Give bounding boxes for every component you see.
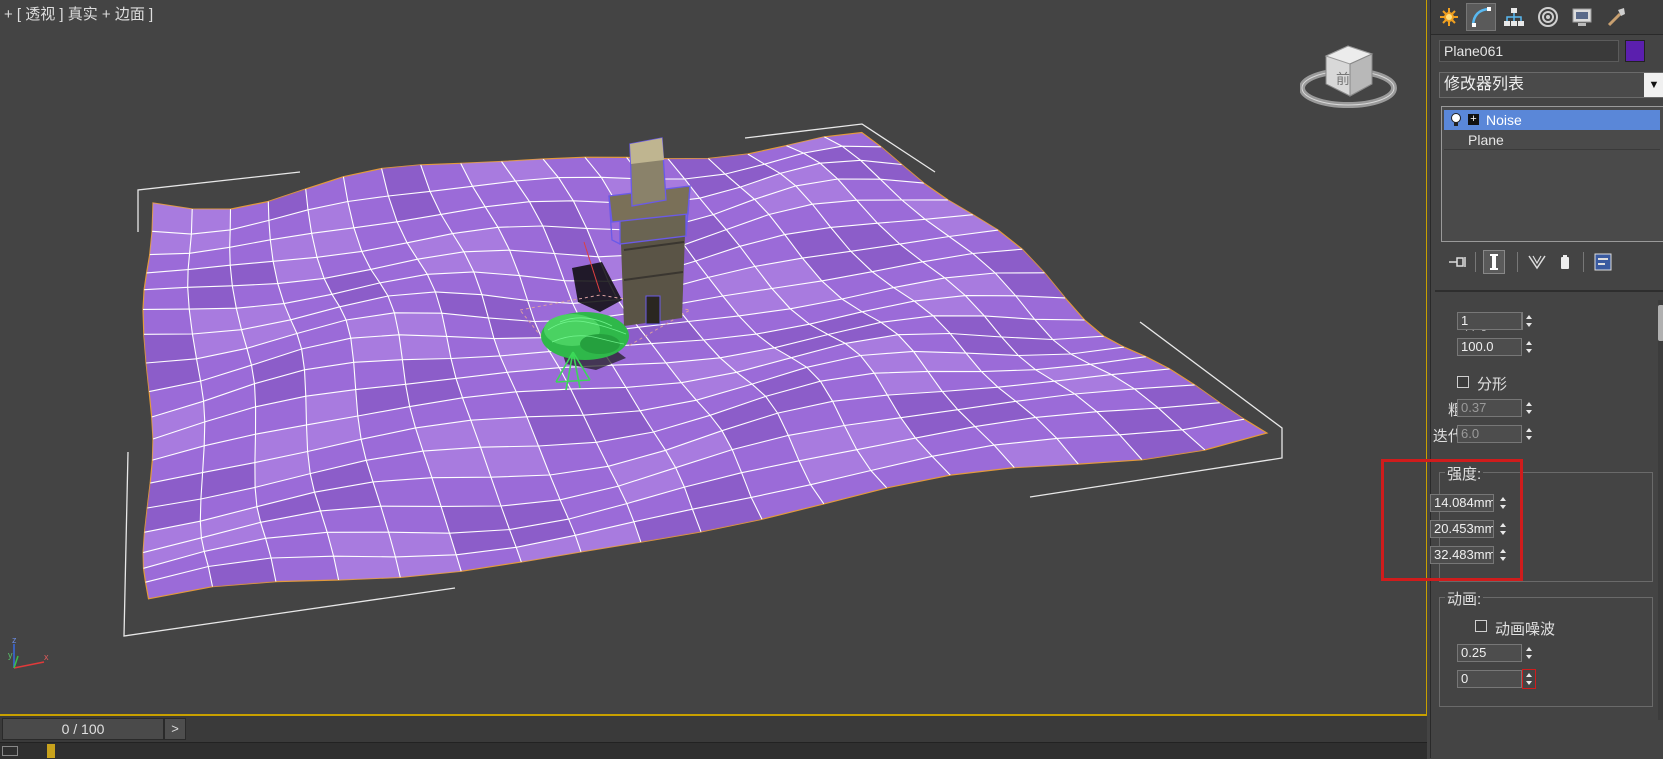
plane-facet bbox=[149, 231, 192, 255]
scale-field[interactable]: 100.0 bbox=[1457, 338, 1522, 356]
axis-y-label: y bbox=[8, 650, 13, 660]
command-panel: Plane061 修改器列表 ▼ + Noise Plane 1 100.0 分… bbox=[1430, 0, 1663, 758]
animate-noise-label: 动画噪波 bbox=[1495, 621, 1556, 638]
modifier-list-label: 修改器列表 bbox=[1444, 76, 1525, 93]
plane-facet bbox=[423, 447, 491, 478]
scale-spinner-icon[interactable] bbox=[1523, 338, 1535, 356]
modifier-stack[interactable]: + Noise Plane bbox=[1441, 106, 1663, 242]
time-marker[interactable] bbox=[47, 744, 55, 758]
axis-x-label: x bbox=[44, 652, 49, 662]
create-icon[interactable] bbox=[1434, 3, 1464, 31]
plane-facet bbox=[333, 556, 401, 580]
configure-modifier-sets-icon[interactable] bbox=[1593, 250, 1613, 274]
viewport-label[interactable]: + [ 透视 ] 真实 + 边面 ] bbox=[4, 3, 153, 24]
make-unique-icon[interactable] bbox=[1527, 250, 1547, 274]
next-frame-button[interactable]: > bbox=[164, 718, 186, 740]
expand-plus-icon[interactable]: + bbox=[1468, 114, 1479, 125]
plane-facet bbox=[394, 312, 447, 337]
track-bar[interactable] bbox=[0, 742, 1427, 759]
plane-facet bbox=[388, 532, 457, 557]
perspective-viewport[interactable]: + [ 透视 ] 真实 + 边面 ] 前 z x y bbox=[0, 0, 1427, 716]
stack-item-label: Noise bbox=[1486, 112, 1522, 128]
panel-scrollbar-thumb[interactable] bbox=[1658, 305, 1663, 341]
roughness-field[interactable]: 0.37 bbox=[1457, 399, 1522, 417]
fractal-label: 分形 bbox=[1477, 376, 1508, 393]
axis-z-label: z bbox=[12, 636, 17, 645]
show-end-result-icon[interactable] bbox=[1483, 250, 1505, 274]
plane-facet bbox=[395, 554, 462, 578]
phase-spinner-icon[interactable] bbox=[1522, 669, 1536, 689]
chevron-down-icon[interactable]: ▼ bbox=[1644, 73, 1663, 97]
plane-facet bbox=[441, 506, 510, 534]
plane-facet bbox=[187, 285, 237, 310]
phase-field[interactable]: 0 bbox=[1457, 670, 1522, 688]
track-bar-icon[interactable] bbox=[2, 746, 18, 756]
plane-facet bbox=[399, 334, 451, 360]
scene-render[interactable] bbox=[0, 0, 1427, 716]
stack-toolbar bbox=[1441, 250, 1663, 274]
plane-facet bbox=[143, 334, 197, 363]
viewcube[interactable]: 前 bbox=[1300, 42, 1410, 122]
iterations-field[interactable]: 6.0 bbox=[1457, 425, 1522, 443]
modifier-list-dropdown[interactable]: 修改器列表 ▼ bbox=[1439, 72, 1663, 98]
stack-item-noise[interactable]: + Noise bbox=[1444, 110, 1660, 130]
panel-scrollbar[interactable] bbox=[1658, 300, 1663, 720]
rollout-divider bbox=[1435, 290, 1663, 292]
time-slider[interactable]: 0 / 100 bbox=[2, 718, 164, 740]
stack-item-plane[interactable]: Plane bbox=[1444, 130, 1660, 150]
motion-icon[interactable] bbox=[1533, 3, 1563, 31]
fractal-checkbox[interactable] bbox=[1457, 376, 1469, 388]
hierarchy-icon[interactable] bbox=[1499, 3, 1529, 31]
plane-facet bbox=[327, 532, 396, 557]
plane-facet bbox=[480, 446, 550, 478]
frequency-field[interactable]: 0.25 bbox=[1457, 644, 1522, 662]
object-name-field[interactable]: Plane061 bbox=[1439, 40, 1619, 62]
iterations-spinner-icon[interactable] bbox=[1523, 425, 1535, 443]
timeline: 0 / 100 > bbox=[0, 716, 1427, 759]
pin-stack-icon[interactable] bbox=[1447, 250, 1467, 274]
object-color-swatch[interactable] bbox=[1625, 40, 1645, 62]
seed-spinner-icon[interactable] bbox=[1523, 312, 1535, 330]
panel-tabs bbox=[1431, 0, 1663, 35]
lightbulb-icon[interactable] bbox=[1450, 113, 1462, 127]
utilities-icon[interactable] bbox=[1601, 3, 1631, 31]
modify-icon[interactable] bbox=[1466, 3, 1496, 31]
plane-facet bbox=[350, 334, 403, 363]
frequency-spinner-icon[interactable] bbox=[1523, 644, 1535, 662]
animation-title: 动画: bbox=[1445, 588, 1484, 609]
roughness-spinner-icon[interactable] bbox=[1523, 399, 1535, 417]
strength-highlight-box bbox=[1381, 459, 1523, 581]
animate-noise-checkbox[interactable] bbox=[1475, 620, 1487, 632]
remove-modifier-icon[interactable] bbox=[1555, 250, 1575, 274]
display-icon[interactable] bbox=[1567, 3, 1597, 31]
axis-tripod: z x y bbox=[8, 636, 49, 669]
viewcube-face-label: 前 bbox=[1336, 71, 1350, 88]
seed-field[interactable]: 1 bbox=[1457, 312, 1522, 330]
